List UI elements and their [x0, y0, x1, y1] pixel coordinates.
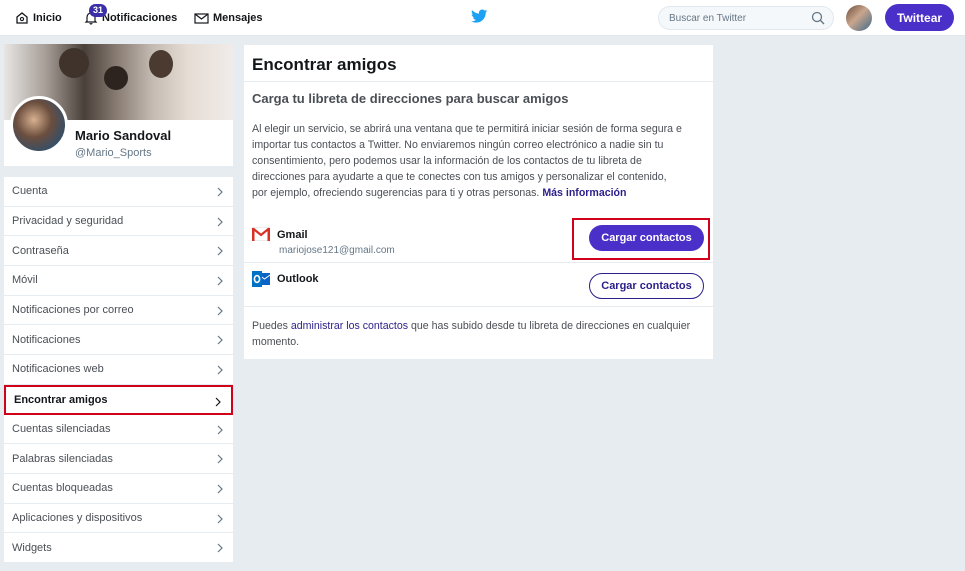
user-avatar[interactable] [846, 5, 872, 31]
chevron-right-icon [217, 187, 223, 197]
divider [244, 81, 713, 82]
footer-text: Puedes administrar los contactos que has… [252, 318, 692, 350]
search-input[interactable]: Buscar en Twitter [658, 6, 834, 30]
top-nav: Inicio Notificaciones 31 Mensajes Buscar… [0, 0, 965, 36]
notifications-count-badge: 31 [89, 4, 108, 17]
manage-contacts-link[interactable]: administrar los contactos [291, 320, 408, 332]
chevron-right-icon [217, 365, 223, 375]
outlook-icon [252, 271, 270, 287]
menu-item-muted-words[interactable]: Palabras silenciadas [4, 444, 233, 474]
service-row-outlook: Outlook Cargar contactos [244, 263, 713, 307]
menu-item-label: Cuentas silenciadas [12, 422, 111, 435]
menu-item-muted-accounts[interactable]: Cuentas silenciadas [4, 415, 233, 445]
footer-prefix: Puedes [252, 320, 288, 332]
settings-menu: Cuenta Privacidad y seguridad Contraseña… [4, 177, 233, 563]
menu-item-label: Notificaciones web [12, 363, 104, 376]
service-email-gmail: mariojose121@gmail.com [279, 245, 395, 256]
menu-item-label: Privacidad y seguridad [12, 215, 124, 228]
profile-card: Mario Sandoval @Mario_Sports [4, 44, 233, 166]
service-name-outlook: Outlook [277, 273, 319, 285]
profile-handle[interactable]: @Mario_Sports [75, 147, 152, 159]
chevron-right-icon [217, 484, 223, 494]
chevron-right-icon [217, 246, 223, 256]
nav-home[interactable]: Inicio [15, 0, 62, 36]
chevron-right-icon [217, 514, 223, 523]
menu-item-label: Cuenta [12, 185, 48, 198]
search-icon[interactable] [811, 11, 825, 25]
tweet-button[interactable]: Twittear [885, 4, 954, 31]
twitter-bird-icon[interactable] [471, 9, 488, 24]
menu-item-label: Palabras silenciadas [12, 452, 113, 465]
menu-item-web-notifications[interactable]: Notificaciones web [4, 355, 233, 385]
menu-item-notifications[interactable]: Notificaciones [4, 325, 233, 356]
chevron-right-icon [217, 276, 223, 286]
chevron-right-icon [215, 397, 221, 407]
chevron-right-icon [217, 425, 223, 434]
menu-item-account[interactable]: Cuenta [4, 177, 233, 207]
chevron-right-icon [217, 543, 223, 553]
page-title: Encontrar amigos [252, 55, 397, 74]
menu-item-email-notifications[interactable]: Notificaciones por correo [4, 296, 233, 326]
service-row-gmail: Gmail mariojose121@gmail.com Cargar cont… [244, 218, 713, 263]
menu-item-mobile[interactable]: Móvil [4, 266, 233, 296]
menu-item-find-friends[interactable]: Encontrar amigos [4, 384, 233, 415]
chevron-right-icon [217, 306, 223, 316]
profile-name[interactable]: Mario Sandoval [75, 128, 171, 143]
menu-item-label: Cuentas bloqueadas [12, 482, 113, 495]
nav-messages-label: Mensajes [213, 12, 263, 24]
section-subtitle: Carga tu libreta de direcciones para bus… [252, 91, 569, 106]
chevron-right-icon [217, 336, 223, 345]
menu-item-apps-devices[interactable]: Aplicaciones y dispositivos [4, 504, 233, 534]
menu-item-label: Notificaciones [12, 333, 81, 346]
menu-item-password[interactable]: Contraseña [4, 236, 233, 267]
profile-avatar[interactable] [10, 96, 68, 154]
service-name-gmail: Gmail [277, 229, 308, 241]
search-placeholder: Buscar en Twitter [669, 12, 747, 24]
menu-item-label: Widgets [12, 541, 52, 554]
find-friends-panel: Encontrar amigos Carga tu libreta de dir… [244, 45, 713, 359]
chevron-right-icon [217, 454, 223, 464]
menu-item-widgets[interactable]: Widgets [4, 533, 233, 563]
nav-messages[interactable]: Mensajes [194, 0, 263, 36]
menu-item-label: Contraseña [12, 244, 69, 257]
menu-item-blocked-accounts[interactable]: Cuentas bloqueadas [4, 474, 233, 504]
menu-item-label: Móvil [12, 274, 38, 287]
chevron-right-icon [217, 217, 223, 227]
nav-home-label: Inicio [33, 12, 62, 24]
home-icon [16, 12, 28, 24]
nav-notifications-label: Notificaciones [102, 12, 178, 24]
load-contacts-outlook-button[interactable]: Cargar contactos [589, 273, 704, 299]
menu-item-privacy[interactable]: Privacidad y seguridad [4, 207, 233, 237]
more-info-link[interactable]: Más información [542, 187, 626, 199]
description-text: Al elegir un servicio, se abrirá una ven… [252, 121, 684, 201]
menu-item-label: Notificaciones por correo [12, 304, 134, 317]
gmail-icon [252, 227, 270, 241]
menu-item-label: Encontrar amigos [14, 393, 108, 406]
envelope-icon [194, 12, 209, 24]
menu-item-label: Aplicaciones y dispositivos [12, 511, 143, 524]
load-contacts-gmail-button[interactable]: Cargar contactos [589, 225, 704, 251]
